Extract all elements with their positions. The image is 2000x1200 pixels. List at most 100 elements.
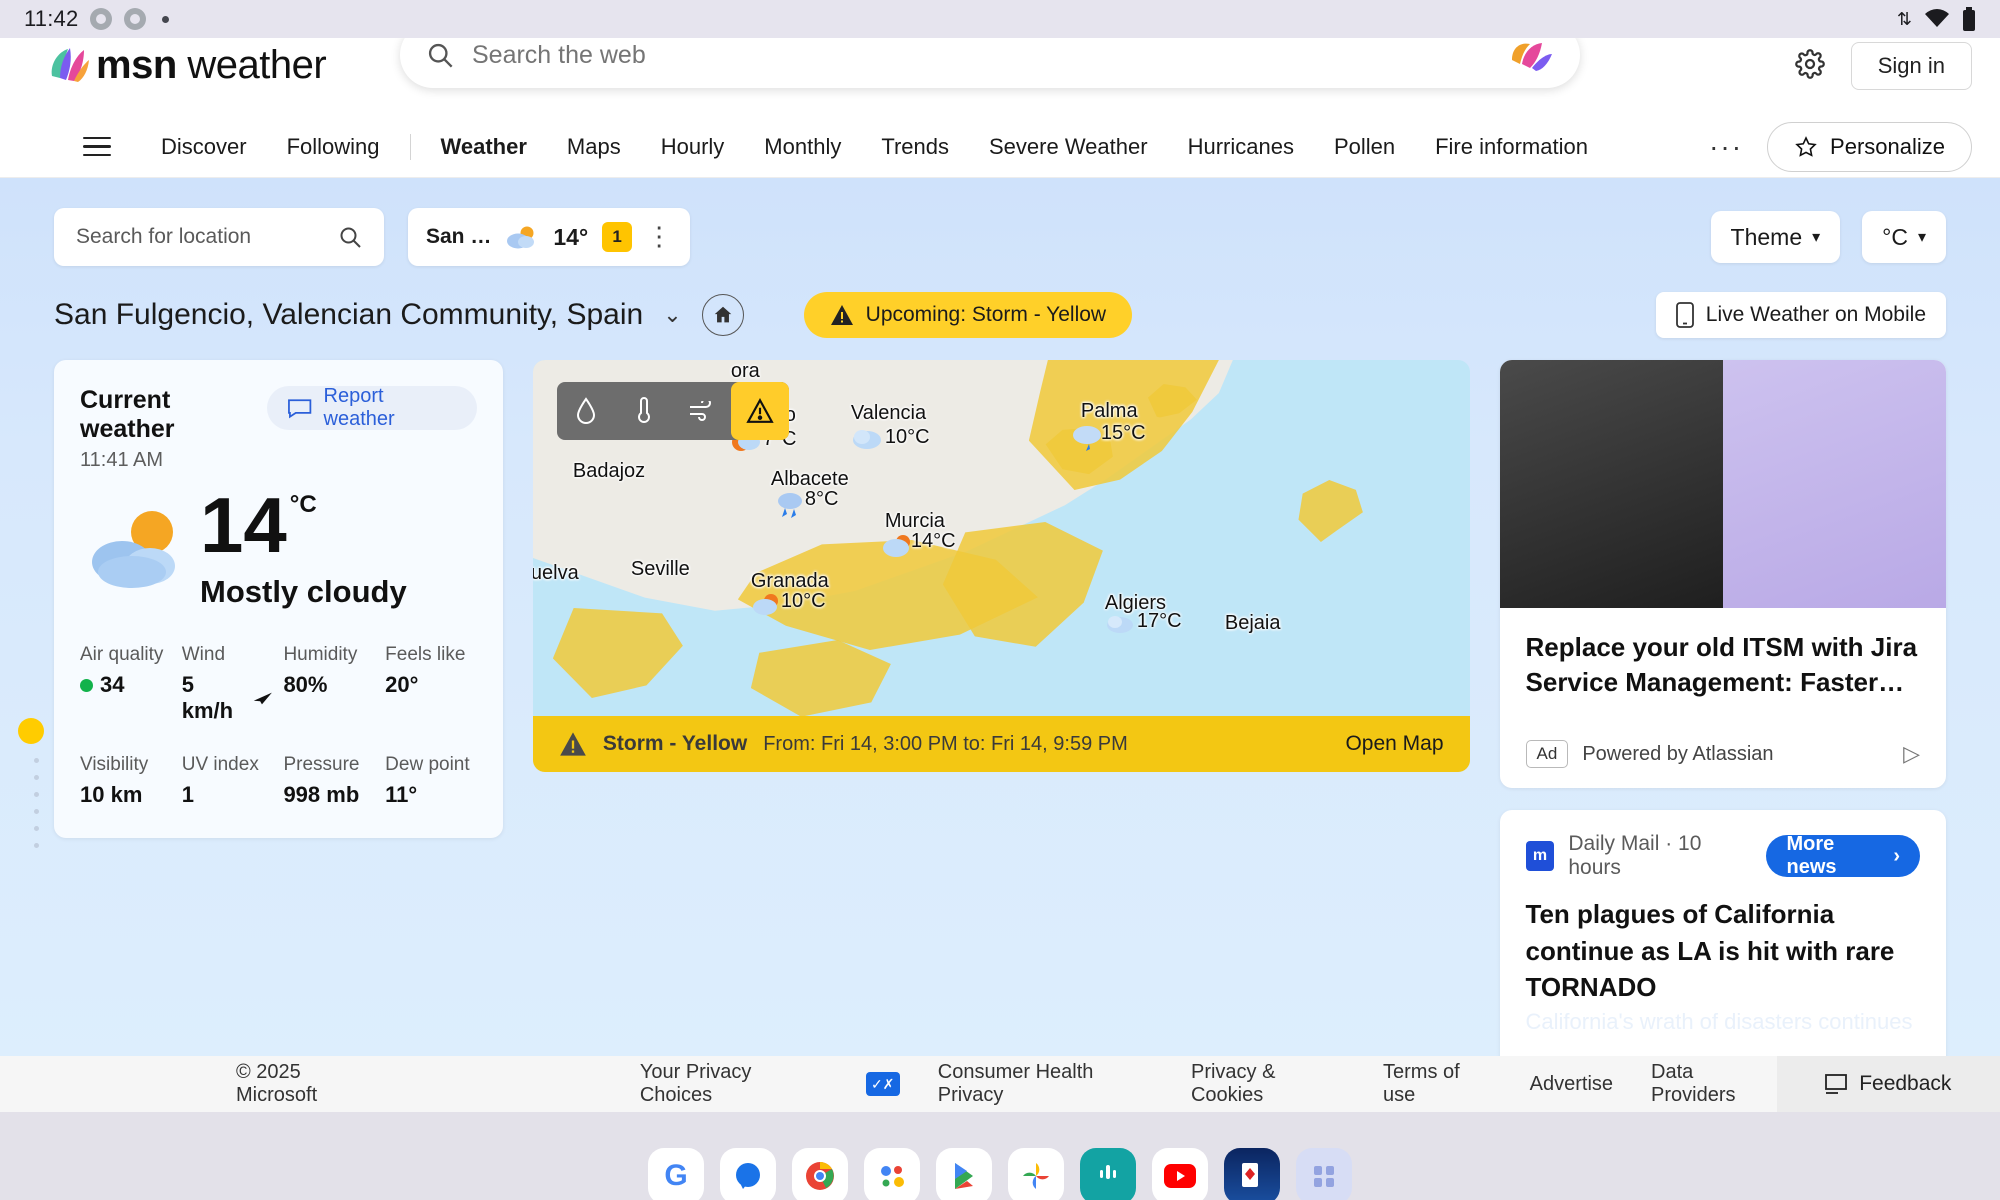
nav-item-pollen[interactable]: Pollen	[1314, 134, 1415, 160]
notification-dot-icon	[162, 15, 170, 23]
map-temp-murcia: 14°C	[910, 530, 956, 552]
theme-selector[interactable]: Theme ▾	[1710, 211, 1841, 263]
temperature-layer-icon[interactable]	[615, 382, 673, 440]
warning-icon	[830, 305, 853, 325]
app-icon-play-store[interactable]	[936, 1148, 992, 1200]
map-warning-zone-murcia	[942, 522, 1103, 647]
map-warning-zone-granada	[750, 640, 891, 717]
gear-icon[interactable]	[1794, 48, 1825, 84]
nav-item-fire-information[interactable]: Fire information	[1415, 134, 1608, 160]
nav-item-discover[interactable]: Discover	[141, 134, 267, 160]
ad-title[interactable]: Replace your old ITSM with Jira Service …	[1526, 630, 1920, 700]
star-icon	[1795, 135, 1817, 157]
warning-icon	[560, 732, 586, 756]
location-search-field[interactable]: Search for location	[54, 208, 384, 266]
browser-page: msn weather Sign in Discover Following	[0, 38, 2000, 1112]
metric-uv-index: UV index 1	[181, 754, 259, 808]
feedback-button[interactable]: Feedback	[1776, 1056, 2000, 1112]
saved-location-name: San …	[426, 225, 492, 248]
app-icon-podcast[interactable]	[1080, 1148, 1136, 1200]
copilot-icon[interactable]	[1506, 38, 1554, 72]
nav-overflow-icon[interactable]: ···	[1709, 131, 1743, 163]
nav-item-monthly[interactable]: Monthly	[744, 134, 861, 160]
sun-indicator-icon	[18, 718, 44, 744]
unit-selector[interactable]: °C ▾	[1862, 211, 1946, 263]
map-icon-algiers	[1106, 616, 1133, 633]
search-input[interactable]	[472, 40, 1488, 70]
footer-link-advertise[interactable]: Advertise	[1530, 1073, 1613, 1096]
news-source: Daily Mail · 10 hours	[1568, 832, 1702, 880]
alert-count-badge[interactable]: 1	[602, 222, 633, 252]
map-temp-albacete: 8°C	[804, 488, 839, 510]
primary-navigation: Discover Following Weather Maps Hourly M…	[0, 116, 2000, 178]
chrome-notification-icon	[90, 8, 113, 30]
metric-feels-like: Feels like 20°	[385, 644, 466, 698]
msn-brand-logo[interactable]: msn weather	[48, 43, 327, 88]
map-temp-valencia: 10°C	[884, 426, 930, 448]
web-search-bar[interactable]	[400, 38, 1580, 88]
scroll-progress-rail[interactable]	[18, 718, 54, 848]
nav-item-severe-weather[interactable]: Severe Weather	[969, 134, 1168, 160]
app-icon-assistant[interactable]	[864, 1148, 920, 1200]
weather-body: Search for location San … 14° 1 ⋮ Theme …	[0, 178, 2000, 1099]
current-location-name[interactable]: San Fulgencio, Valencian Community, Spai…	[54, 298, 643, 332]
main-cards-row: Current weather 11:41 AM Report weather	[0, 338, 2000, 1112]
metric-wind: Wind 5 km/h	[182, 644, 274, 724]
open-map-link[interactable]: Open Map	[1345, 732, 1443, 756]
nav-item-trends[interactable]: Trends	[861, 134, 969, 160]
app-icon-solitaire[interactable]	[1224, 1148, 1280, 1200]
alerts-layer-icon[interactable]	[730, 382, 789, 440]
app-icon-chrome[interactable]	[792, 1148, 848, 1200]
footer-link-data-providers[interactable]: Data Providers	[1651, 1061, 1777, 1107]
more-news-label: More news	[1786, 833, 1837, 879]
nav-item-hourly[interactable]: Hourly	[641, 134, 745, 160]
footer-link-privacy-cookies[interactable]: Privacy & Cookies	[1191, 1061, 1345, 1107]
footer-link-consumer-health[interactable]: Consumer Health Privacy	[938, 1061, 1153, 1107]
nav-item-following[interactable]: Following	[267, 134, 400, 160]
app-icon-photos[interactable]	[1008, 1148, 1064, 1200]
more-news-button[interactable]: More news ›	[1766, 833, 1921, 879]
precipitation-layer-icon[interactable]	[557, 382, 615, 440]
personalize-button[interactable]: Personalize	[1767, 121, 1972, 172]
weather-map-card[interactable]: ora Toledo 7°C Valencia 10°C Palma 15°C …	[532, 360, 1470, 772]
app-icon-messages[interactable]	[720, 1148, 776, 1200]
advertisement-card[interactable]: Replace your old ITSM with Jira Service …	[1499, 360, 1946, 789]
saved-location-chip[interactable]: San … 14° 1 ⋮	[408, 208, 691, 266]
ad-choices-icon[interactable]: ▷	[1903, 741, 1920, 767]
menu-icon[interactable]	[83, 136, 111, 157]
report-weather-button[interactable]: Report weather	[267, 385, 477, 430]
upcoming-alert-pill[interactable]: Upcoming: Storm - Yellow	[803, 292, 1133, 338]
privacy-choices-icon[interactable]: ✓✗	[865, 1072, 900, 1096]
map-city-label-palma: Palma	[1080, 400, 1138, 422]
personalize-label: Personalize	[1830, 133, 1945, 159]
nav-item-weather[interactable]: Weather	[421, 134, 547, 160]
app-icon-google[interactable]: G	[648, 1148, 704, 1200]
news-headline[interactable]: Ten plagues of California continue as LA…	[1526, 896, 1920, 1005]
search-icon	[340, 227, 361, 248]
live-weather-mobile-button[interactable]: Live Weather on Mobile	[1655, 292, 1946, 338]
feedback-label: Feedback	[1859, 1072, 1952, 1095]
app-icon-app-drawer[interactable]	[1296, 1148, 1352, 1200]
app-icon-youtube[interactable]	[1152, 1148, 1208, 1200]
chrome-notification-icon-2	[124, 8, 147, 30]
sign-in-button[interactable]: Sign in	[1850, 42, 1972, 90]
map-city-label-valencia: Valencia	[850, 402, 927, 424]
wind-layer-icon[interactable]	[673, 382, 731, 440]
chevron-down-icon[interactable]: ⌄	[663, 302, 681, 328]
nav-item-maps[interactable]: Maps	[547, 134, 641, 160]
nav-item-hurricanes[interactable]: Hurricanes	[1168, 134, 1314, 160]
current-weather-title: Current weather	[80, 386, 175, 443]
partly-cloudy-icon	[507, 226, 535, 249]
map-icon-valencia	[852, 430, 881, 449]
map-temp-algiers: 17°C	[1136, 610, 1182, 632]
location-header: San Fulgencio, Valencian Community, Spai…	[0, 266, 2000, 338]
set-home-button[interactable]	[701, 294, 744, 336]
more-options-icon[interactable]: ⋮	[646, 224, 672, 249]
news-subheadline: California's wrath of disasters continue…	[1525, 1009, 1913, 1035]
map-city-label-seville: Seville	[630, 558, 690, 580]
footer-link-terms[interactable]: Terms of use	[1383, 1061, 1492, 1107]
map-warning-zone-seville	[552, 608, 683, 698]
footer-link-privacy-choices[interactable]: Your Privacy Choices	[640, 1061, 820, 1107]
map-alert-banner[interactable]: Storm - Yellow From: Fri 14, 3:00 PM to:…	[532, 716, 1470, 772]
map-layer-toolbar[interactable]	[556, 382, 789, 440]
